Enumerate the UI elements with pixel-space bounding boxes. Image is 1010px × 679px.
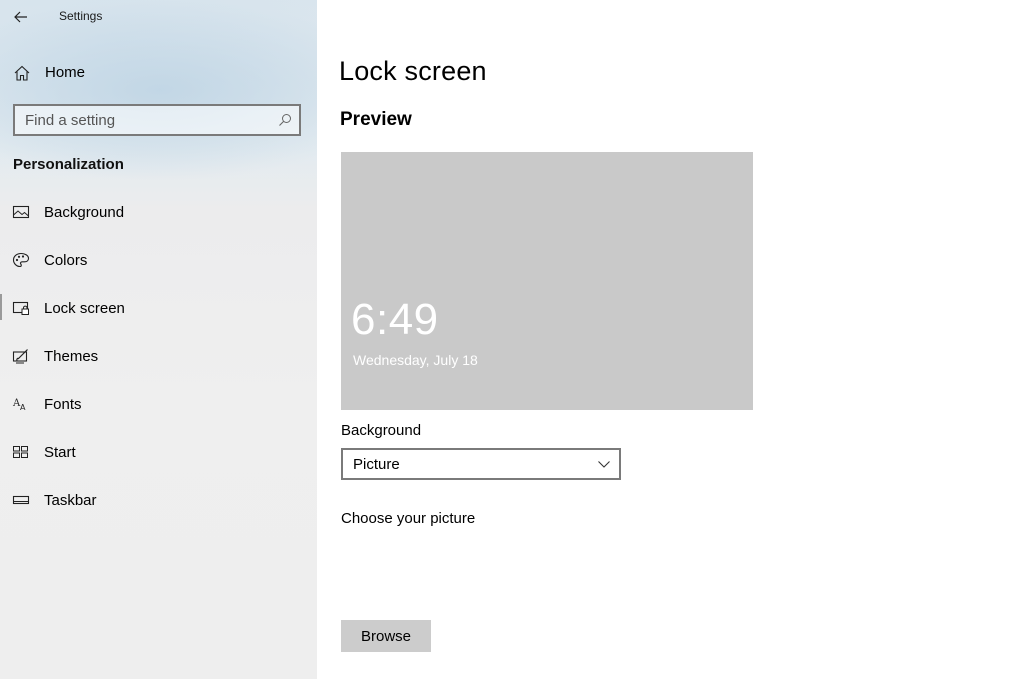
page-title: Lock screen xyxy=(339,56,487,86)
sidebar: Settings Home Personalization Background xyxy=(0,0,317,679)
sidebar-item-taskbar[interactable]: Taskbar xyxy=(0,484,317,532)
palette-icon xyxy=(12,252,30,268)
app-title: Settings xyxy=(59,9,103,23)
background-dropdown[interactable]: Picture xyxy=(341,448,621,480)
section-header: Personalization xyxy=(13,156,124,173)
nav-list: Background Colors Lock screen Themes A A… xyxy=(0,196,317,532)
sidebar-item-start[interactable]: Start xyxy=(0,436,317,484)
search-box[interactable] xyxy=(13,104,301,136)
browse-button[interactable]: Browse xyxy=(341,620,431,652)
lock-screen-icon xyxy=(12,301,29,315)
sidebar-item-colors[interactable]: Colors xyxy=(0,244,317,292)
sidebar-item-themes[interactable]: Themes xyxy=(0,340,317,388)
themes-brush-icon xyxy=(12,349,28,364)
main-content: Lock screen Preview 6:49 Wednesday, July… xyxy=(317,0,1010,679)
home-nav-item[interactable]: Home xyxy=(0,56,317,90)
taskbar-icon xyxy=(12,495,30,505)
sidebar-item-lock-screen[interactable]: Lock screen xyxy=(0,292,317,340)
selection-indicator xyxy=(0,294,2,320)
sidebar-item-label: Colors xyxy=(44,252,88,269)
svg-text:A: A xyxy=(20,403,26,412)
back-button[interactable] xyxy=(6,4,36,30)
background-dropdown-value: Picture xyxy=(353,456,400,473)
lock-screen-preview: 6:49 Wednesday, July 18 xyxy=(341,152,753,410)
background-label: Background xyxy=(341,422,422,439)
sidebar-item-label: Background xyxy=(44,204,125,221)
sidebar-item-background[interactable]: Background xyxy=(0,196,317,244)
title-bar: Settings xyxy=(0,0,317,34)
back-arrow-icon xyxy=(14,11,27,23)
preview-date: Wednesday, July 18 xyxy=(353,352,478,368)
chevron-down-icon xyxy=(598,461,610,468)
sidebar-item-label: Start xyxy=(44,444,76,461)
sidebar-item-label: Fonts xyxy=(44,396,82,413)
start-tiles-icon xyxy=(13,446,28,458)
fonts-icon: A A xyxy=(12,398,26,412)
home-label: Home xyxy=(45,64,86,81)
search-icon[interactable] xyxy=(278,113,292,127)
picture-icon xyxy=(12,205,30,219)
choose-picture-label: Choose your picture xyxy=(341,510,476,527)
home-icon xyxy=(14,65,30,81)
search-input[interactable] xyxy=(15,106,265,134)
sidebar-item-fonts[interactable]: A A Fonts xyxy=(0,388,317,436)
sidebar-item-label: Lock screen xyxy=(44,300,125,317)
sidebar-item-label: Themes xyxy=(44,348,99,365)
preview-heading: Preview xyxy=(340,109,412,130)
preview-time: 6:49 xyxy=(351,295,439,344)
sidebar-item-label: Taskbar xyxy=(44,492,97,509)
